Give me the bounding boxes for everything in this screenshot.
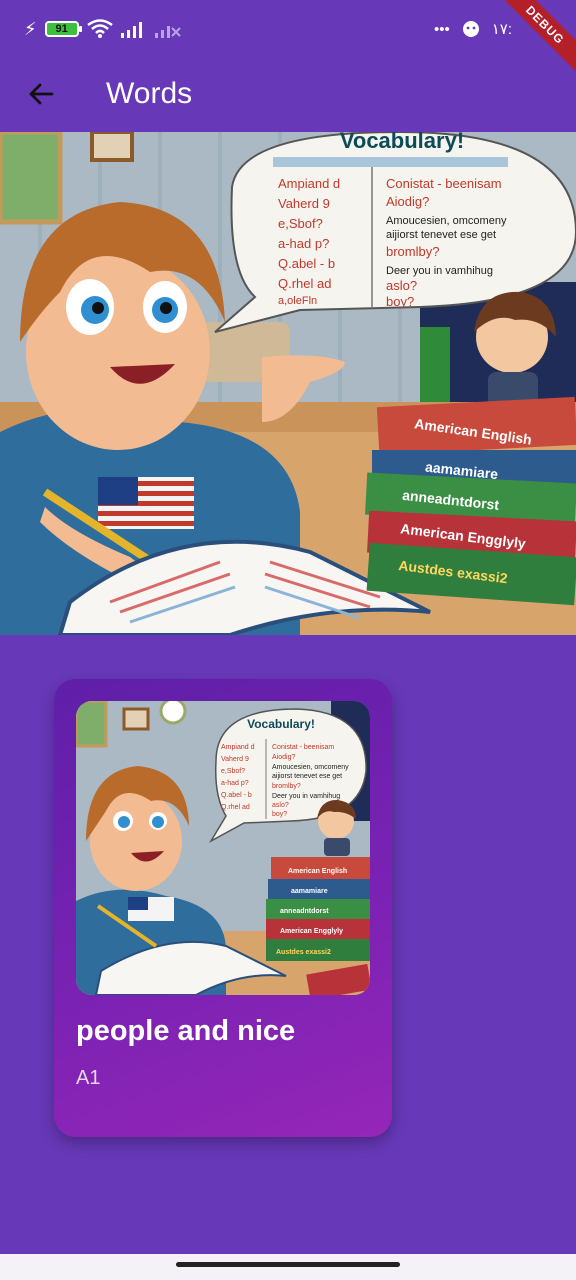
bubble-right-0: Conistat - beenisam [386, 176, 502, 191]
arrow-back-icon [29, 83, 54, 105]
battery-level: 91 [55, 23, 68, 35]
bubble-right-6: aslo? [386, 278, 417, 293]
thumb-left-4: Q.abel - b [221, 792, 252, 799]
status-time: ١٧: [491, 21, 512, 38]
card-thumbnail: Vocabulary! Ampiand d Vaherd 9 e,Sbof? a… [76, 701, 370, 995]
bubble-left-2: e,Sbof? [278, 216, 323, 231]
hero-heading: Vocabulary! [340, 132, 464, 153]
status-bar: ⚡ 91 ••• ١٧: [0, 0, 576, 58]
back-button[interactable] [13, 66, 69, 122]
thumb-heading: Vocabulary! [247, 717, 315, 731]
page-title: Words [106, 77, 193, 110]
card-thumbnail-image: Vocabulary! Ampiand d Vaherd 9 e,Sbof? a… [76, 701, 370, 995]
home-indicator[interactable] [176, 1262, 400, 1267]
bubble-right-4: bromlby? [386, 244, 439, 259]
thumb-right-6: aslo? [272, 802, 289, 809]
navigation-bar [0, 1254, 576, 1280]
card-title: people and nice [76, 1015, 296, 1047]
bubble-right-1: Aiodig? [386, 194, 429, 209]
thumb-right-0: Conistat - beenisam [272, 744, 334, 751]
thumb-right-7: boy? [272, 811, 287, 818]
bubble-left-4: Q.abel - b [278, 256, 335, 271]
signal-icon [120, 22, 142, 38]
thumb-book-3: American Engglyly [280, 928, 343, 935]
bubble-left-5: Q.rhel ad [278, 276, 331, 291]
thumb-right-5: Deer you in vamhihug [272, 793, 340, 800]
thumb-left-0: Ampiand d [221, 744, 255, 751]
bubble-left-6: a,oleFln [278, 295, 317, 307]
thumb-book-4: Austdes exassi2 [276, 949, 331, 956]
bubble-right-3: aijiorst tenevet ese get [386, 229, 496, 241]
card-level: A1 [76, 1067, 101, 1089]
bubble-right-5: Deer you in vamhihug [386, 265, 493, 277]
bubble-left-0: Ampiand d [278, 176, 340, 191]
thumb-right-2: Amoucesien, omcomeny [272, 764, 349, 771]
bubble-left-3: a-had p? [278, 236, 329, 251]
thumb-left-5: Q.rhel ad [221, 804, 250, 811]
status-right: ••• ١٧: [433, 20, 512, 39]
notification-face-icon [462, 21, 479, 37]
status-left: ⚡ 91 [24, 19, 181, 40]
bubble-right-2: Amoucesien, omcomeny [386, 215, 507, 227]
thumb-left-3: a-had p? [221, 780, 249, 787]
thumb-book-1: aamamiare [291, 888, 328, 895]
thumb-left-2: e,Sbof? [221, 768, 245, 775]
thumb-right-4: bromlby? [272, 783, 301, 790]
bubble-right-7: boy? [386, 294, 414, 309]
bubble-left-1: Vaherd 9 [278, 196, 330, 211]
thumb-left-1: Vaherd 9 [221, 756, 249, 763]
signal-2-icon [154, 26, 181, 38]
thumb-book-0: American English [288, 868, 347, 875]
charging-icon: ⚡ [24, 18, 37, 39]
thumb-book-2: anneadntdorst [280, 908, 329, 915]
thumb-right-3: aijiorst tenevet ese get [272, 773, 342, 780]
wifi-icon [86, 19, 113, 38]
app-bar: Words [0, 58, 576, 130]
thumb-right-1: Aiodig? [272, 754, 295, 761]
more-dots-icon: ••• [433, 20, 450, 38]
battery-icon: 91 [44, 21, 82, 37]
word-set-card[interactable]: Vocabulary! Ampiand d Vaherd 9 e,Sbof? a… [54, 679, 392, 1137]
hero-image: Vocabulary! Ampiand d Vaherd 9 e,Sbof? a… [0, 132, 576, 635]
hero-illustration: Vocabulary! Ampiand d Vaherd 9 e,Sbof? a… [0, 132, 576, 635]
